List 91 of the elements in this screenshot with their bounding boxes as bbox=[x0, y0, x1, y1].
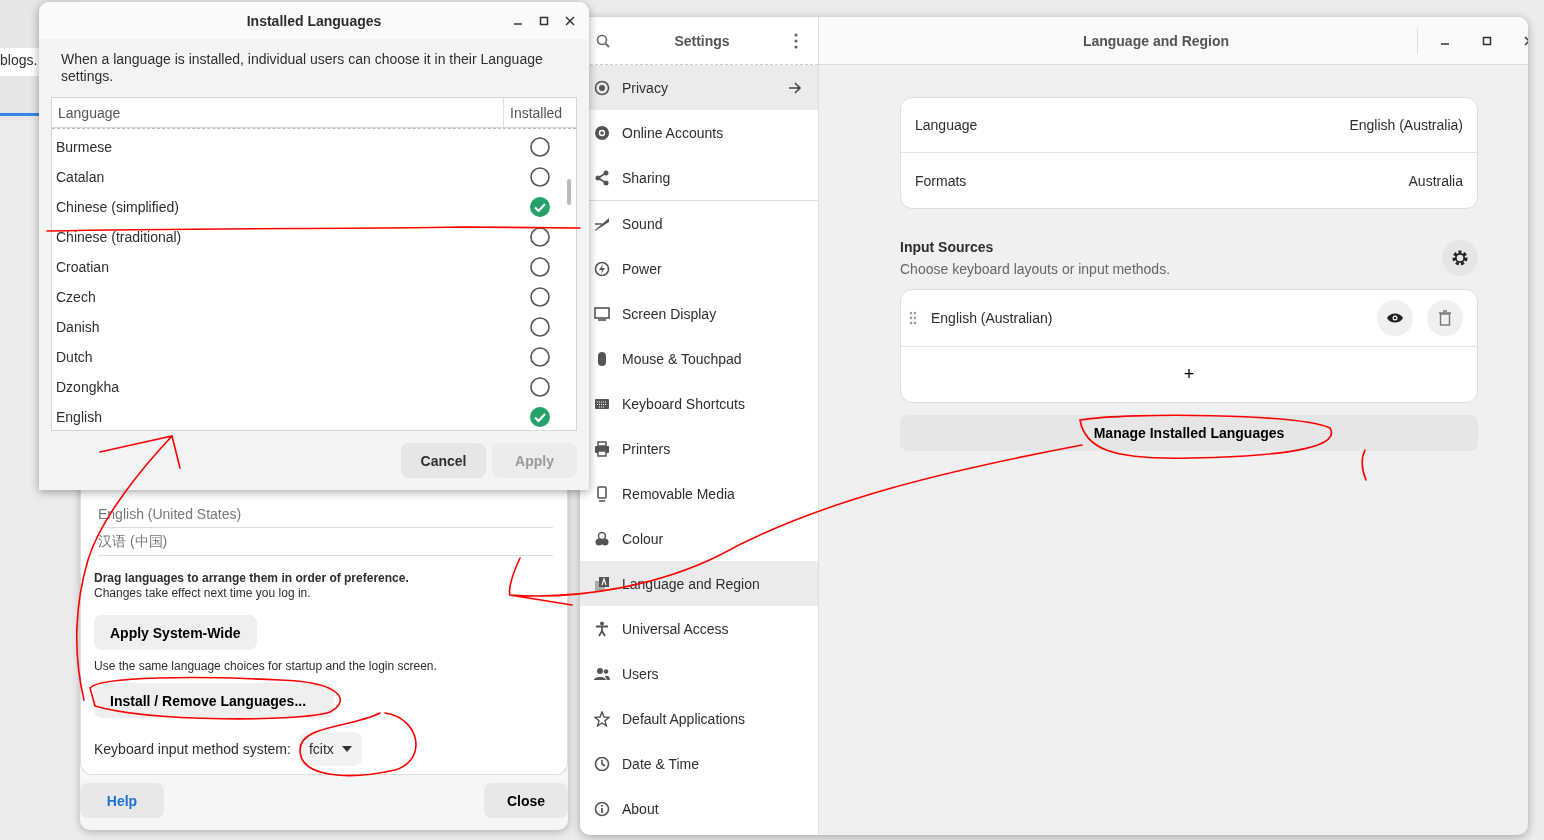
description-text: When a language is installed, individual users can choose it in their Language settings. bbox=[61, 51, 543, 84]
dialog-button[interactable]: Cancel bbox=[401, 443, 486, 478]
pen-stroke bbox=[1361, 449, 1367, 481]
sidebar-item[interactable]: Sharing bbox=[580, 155, 818, 200]
sidebar-item[interactable]: About bbox=[580, 786, 818, 831]
page-title: Language and Region bbox=[1082, 32, 1230, 49]
section-title: Input Sources bbox=[900, 239, 995, 255]
unchecked-icon[interactable] bbox=[530, 287, 550, 307]
caret-icon bbox=[341, 746, 352, 752]
unchecked-icon[interactable] bbox=[530, 137, 550, 157]
remove-button[interactable] bbox=[1427, 300, 1463, 336]
phone-icon bbox=[594, 485, 610, 502]
users-icon bbox=[594, 665, 610, 682]
dropdown-value: fcitx bbox=[308, 741, 334, 757]
settings-row[interactable]: Language English (Australia) bbox=[901, 98, 1477, 153]
unchecked-icon[interactable] bbox=[530, 167, 550, 187]
language-name: Catalan bbox=[56, 169, 105, 185]
language-name: Burmese bbox=[56, 139, 113, 155]
unchecked-icon[interactable] bbox=[530, 347, 550, 367]
unchecked-icon[interactable] bbox=[530, 227, 550, 247]
sidebar-item[interactable]: Keyboard Shortcuts bbox=[580, 381, 818, 426]
info-icon bbox=[594, 800, 610, 817]
drag-hint: Drag languages to arrange them in order of preference. bbox=[94, 571, 410, 586]
input-source-name: English (Australian) bbox=[931, 310, 1054, 326]
maximize-icon[interactable] bbox=[1482, 35, 1492, 46]
unchecked-icon[interactable] bbox=[530, 377, 550, 397]
language-name: Croatian bbox=[56, 259, 109, 275]
drag-handle-icon[interactable] bbox=[909, 311, 917, 325]
add-button[interactable]: + bbox=[901, 347, 1477, 402]
close-button[interactable]: Close bbox=[484, 783, 568, 818]
language-name: English bbox=[56, 409, 102, 425]
search-icon[interactable] bbox=[596, 33, 610, 48]
sidebar-item[interactable]: Users bbox=[580, 651, 818, 696]
preview-button[interactable] bbox=[1377, 300, 1413, 336]
scrollbar[interactable] bbox=[567, 179, 571, 205]
sidebar-item[interactable]: Removable Media bbox=[580, 471, 818, 516]
language-name: Dutch bbox=[56, 349, 93, 365]
section-subtitle: Choose keyboard layouts or input methods. bbox=[900, 261, 1171, 277]
sidebar-item[interactable]: Colour bbox=[580, 516, 818, 561]
sidebar-item[interactable]: Sound bbox=[580, 201, 818, 246]
menu-icon[interactable] bbox=[794, 32, 798, 49]
settings-row[interactable]: Formats Australia bbox=[901, 153, 1477, 208]
circles-icon bbox=[594, 530, 610, 547]
column-header[interactable]: Language bbox=[52, 98, 504, 127]
target-icon bbox=[594, 79, 610, 96]
lightning-icon bbox=[594, 260, 610, 277]
address-text: blogs. bbox=[0, 52, 38, 68]
person-icon bbox=[594, 620, 610, 637]
install-remove-button[interactable]: Install / Remove Languages... bbox=[94, 683, 334, 718]
sidebar-item[interactable]: Printers bbox=[580, 426, 818, 471]
sidebar-item[interactable]: Screen Display bbox=[580, 291, 818, 336]
sidebar-item[interactable]: Online Accounts bbox=[580, 110, 818, 155]
input-method-label: Keyboard input method system: bbox=[94, 741, 291, 757]
eye-icon bbox=[1386, 312, 1404, 324]
sidebar-item[interactable]: Mouse & Touchpad bbox=[580, 336, 818, 381]
star-icon bbox=[594, 710, 610, 727]
help-button[interactable]: Help bbox=[80, 783, 164, 818]
clock-icon bbox=[594, 755, 610, 772]
settings-button[interactable] bbox=[1442, 240, 1478, 276]
column-header[interactable]: Installed bbox=[504, 98, 576, 127]
restart-note: Changes take effect next time you log in. bbox=[94, 586, 311, 600]
apply-note: Use the same language choices for startup and the login screen. bbox=[94, 659, 438, 673]
close-icon[interactable] bbox=[565, 15, 575, 26]
checked-icon[interactable] bbox=[530, 197, 550, 217]
checked-icon[interactable] bbox=[530, 407, 550, 427]
share-icon bbox=[594, 169, 610, 186]
apply-system-wide-button[interactable]: Apply System-Wide bbox=[94, 615, 257, 650]
language-name: Chinese (simplified) bbox=[56, 199, 179, 215]
language-option[interactable]: 汉语 (中国) bbox=[98, 528, 553, 556]
language-name: Danish bbox=[56, 319, 100, 335]
sidebar-title: Settings bbox=[674, 32, 730, 49]
maximize-icon[interactable] bbox=[539, 15, 549, 26]
unchecked-icon[interactable] bbox=[530, 317, 550, 337]
unchecked-icon[interactable] bbox=[530, 257, 550, 277]
sidebar-item[interactable]: Power bbox=[580, 246, 818, 291]
input-method-dropdown[interactable]: fcitx bbox=[298, 732, 362, 766]
sidebar-item[interactable]: Universal Access bbox=[580, 606, 818, 651]
sidebar-item[interactable]: Default Applications bbox=[580, 696, 818, 741]
language-name: Chinese (traditional) bbox=[56, 229, 182, 245]
sidebar-item[interactable]: Date & Time bbox=[580, 741, 818, 786]
language-icon bbox=[594, 575, 610, 592]
at-sign-icon bbox=[594, 124, 610, 141]
settings-icon bbox=[1451, 249, 1469, 267]
window-title: Installed Languages bbox=[246, 12, 382, 29]
volume-icon bbox=[594, 215, 610, 232]
printer-icon bbox=[594, 440, 610, 457]
language-name: Dzongkha bbox=[56, 379, 120, 395]
monitor-icon bbox=[594, 305, 610, 322]
manage-languages-button[interactable]: Manage Installed Languages bbox=[900, 415, 1478, 451]
trash-icon bbox=[1438, 310, 1452, 326]
language-name: Czech bbox=[56, 289, 96, 305]
